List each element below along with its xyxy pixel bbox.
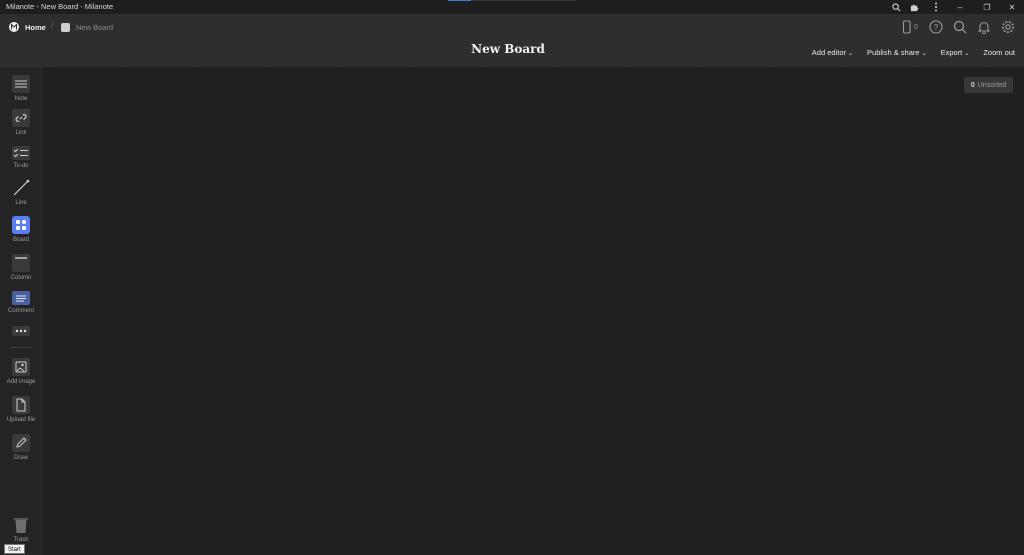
zoom-out-label: Zoom out — [983, 48, 1015, 57]
publish-share-button[interactable]: Publish & share ⌄ — [867, 48, 927, 57]
todo-icon — [12, 146, 30, 160]
tool-label: Line — [15, 200, 27, 206]
tool-link[interactable]: Link — [0, 109, 42, 136]
image-icon — [12, 358, 30, 376]
tool-label: Column — [10, 275, 32, 281]
chevron-down-icon: ⌄ — [964, 51, 970, 57]
header-actions: Add editor ⌄ Publish & share ⌄ Export ⌄ Zoo… — [812, 48, 1015, 57]
trash-icon — [12, 516, 30, 534]
note-icon — [12, 75, 30, 93]
tool-upload-file[interactable]: Upload file — [0, 396, 42, 423]
breadcrumb-home[interactable]: Home — [9, 20, 46, 34]
milanote-logo-icon — [9, 22, 19, 32]
tool-sidebar: Note Link To-do Line Board Column Commen… — [0, 67, 42, 555]
zoom-out-button[interactable]: Zoom out — [983, 48, 1015, 57]
tool-label: Comment — [7, 308, 34, 314]
tool-comment[interactable]: Comment — [0, 291, 42, 314]
export-button[interactable]: Export ⌄ — [941, 48, 970, 57]
unsorted-button[interactable]: 0 Unsorted — [964, 77, 1013, 93]
pencil-icon — [12, 434, 30, 452]
svg-text:?: ? — [934, 23, 939, 32]
tool-label: Link — [15, 130, 27, 136]
page-load-progress-fill — [448, 0, 472, 1]
sidebar-divider — [10, 347, 32, 348]
tool-add-image[interactable]: Add image — [0, 358, 42, 385]
start-tooltip: Start — [4, 544, 25, 554]
trash[interactable]: Trash — [0, 516, 42, 543]
column-icon — [12, 254, 30, 272]
line-icon — [12, 179, 30, 197]
export-label: Export — [940, 48, 963, 57]
breadcrumb-home-label: Home — [25, 22, 46, 32]
board-canvas[interactable] — [43, 67, 1024, 555]
publish-share-label: Publish & share — [867, 48, 920, 57]
tool-label: Draw — [13, 455, 28, 461]
board-icon — [61, 22, 70, 32]
board-header: Home / New Board New Board 0 ? Add edito… — [0, 14, 1024, 67]
device-count: 0 — [914, 23, 918, 31]
link-icon — [12, 109, 30, 127]
board-icon — [12, 216, 30, 234]
comment-icon — [12, 291, 30, 305]
trash-label: Trash — [13, 537, 29, 543]
more-vertical-icon[interactable] — [929, 0, 943, 14]
file-icon — [12, 396, 30, 414]
tool-more[interactable] — [0, 326, 42, 336]
restore-button[interactable]: ❐ — [979, 0, 995, 14]
page-load-progress — [448, 0, 576, 1]
tool-label: To-do — [13, 163, 29, 169]
help-icon[interactable]: ? — [928, 19, 944, 35]
chevron-down-icon: ⌄ — [848, 51, 854, 57]
minimize-button[interactable]: – — [952, 0, 968, 14]
tool-note[interactable]: Note — [0, 75, 42, 102]
puzzle-icon[interactable] — [907, 0, 921, 14]
chevron-down-icon: ⌄ — [921, 51, 927, 57]
search-icon[interactable] — [952, 19, 968, 35]
tool-draw[interactable]: Draw — [0, 434, 42, 461]
search-icon[interactable] — [889, 0, 903, 14]
unsorted-label: Unsorted — [977, 81, 1007, 89]
breadcrumb-board[interactable]: New Board — [61, 20, 113, 34]
window-title: Milanote - New Board - Milanote — [6, 2, 114, 11]
mobile-app-button[interactable]: 0 — [900, 19, 920, 35]
add-editor-button[interactable]: Add editor ⌄ — [812, 48, 853, 57]
settings-gear-icon[interactable] — [1000, 19, 1016, 35]
tool-column[interactable]: Column — [0, 254, 42, 281]
tool-todo[interactable]: To-do — [0, 146, 42, 169]
notifications-bell-icon[interactable] — [976, 19, 992, 35]
header-icons: 0 ? — [900, 19, 1016, 35]
unsorted-count: 0 — [970, 81, 975, 89]
breadcrumb-board-label: New Board — [76, 22, 114, 32]
breadcrumb-separator: / — [51, 21, 54, 30]
tool-board[interactable]: Board — [0, 216, 42, 243]
window-titlebar: Milanote - New Board - Milanote – ❐ ✕ — [0, 0, 1024, 14]
more-horizontal-icon — [12, 326, 30, 336]
tool-line[interactable]: Line — [0, 179, 42, 206]
tool-label: Board — [12, 237, 29, 243]
tool-label: Note — [14, 96, 28, 102]
add-editor-label: Add editor — [811, 48, 846, 57]
close-button[interactable]: ✕ — [1004, 0, 1020, 14]
tool-label: Upload file — [6, 417, 36, 423]
tool-label: Add image — [6, 379, 36, 385]
